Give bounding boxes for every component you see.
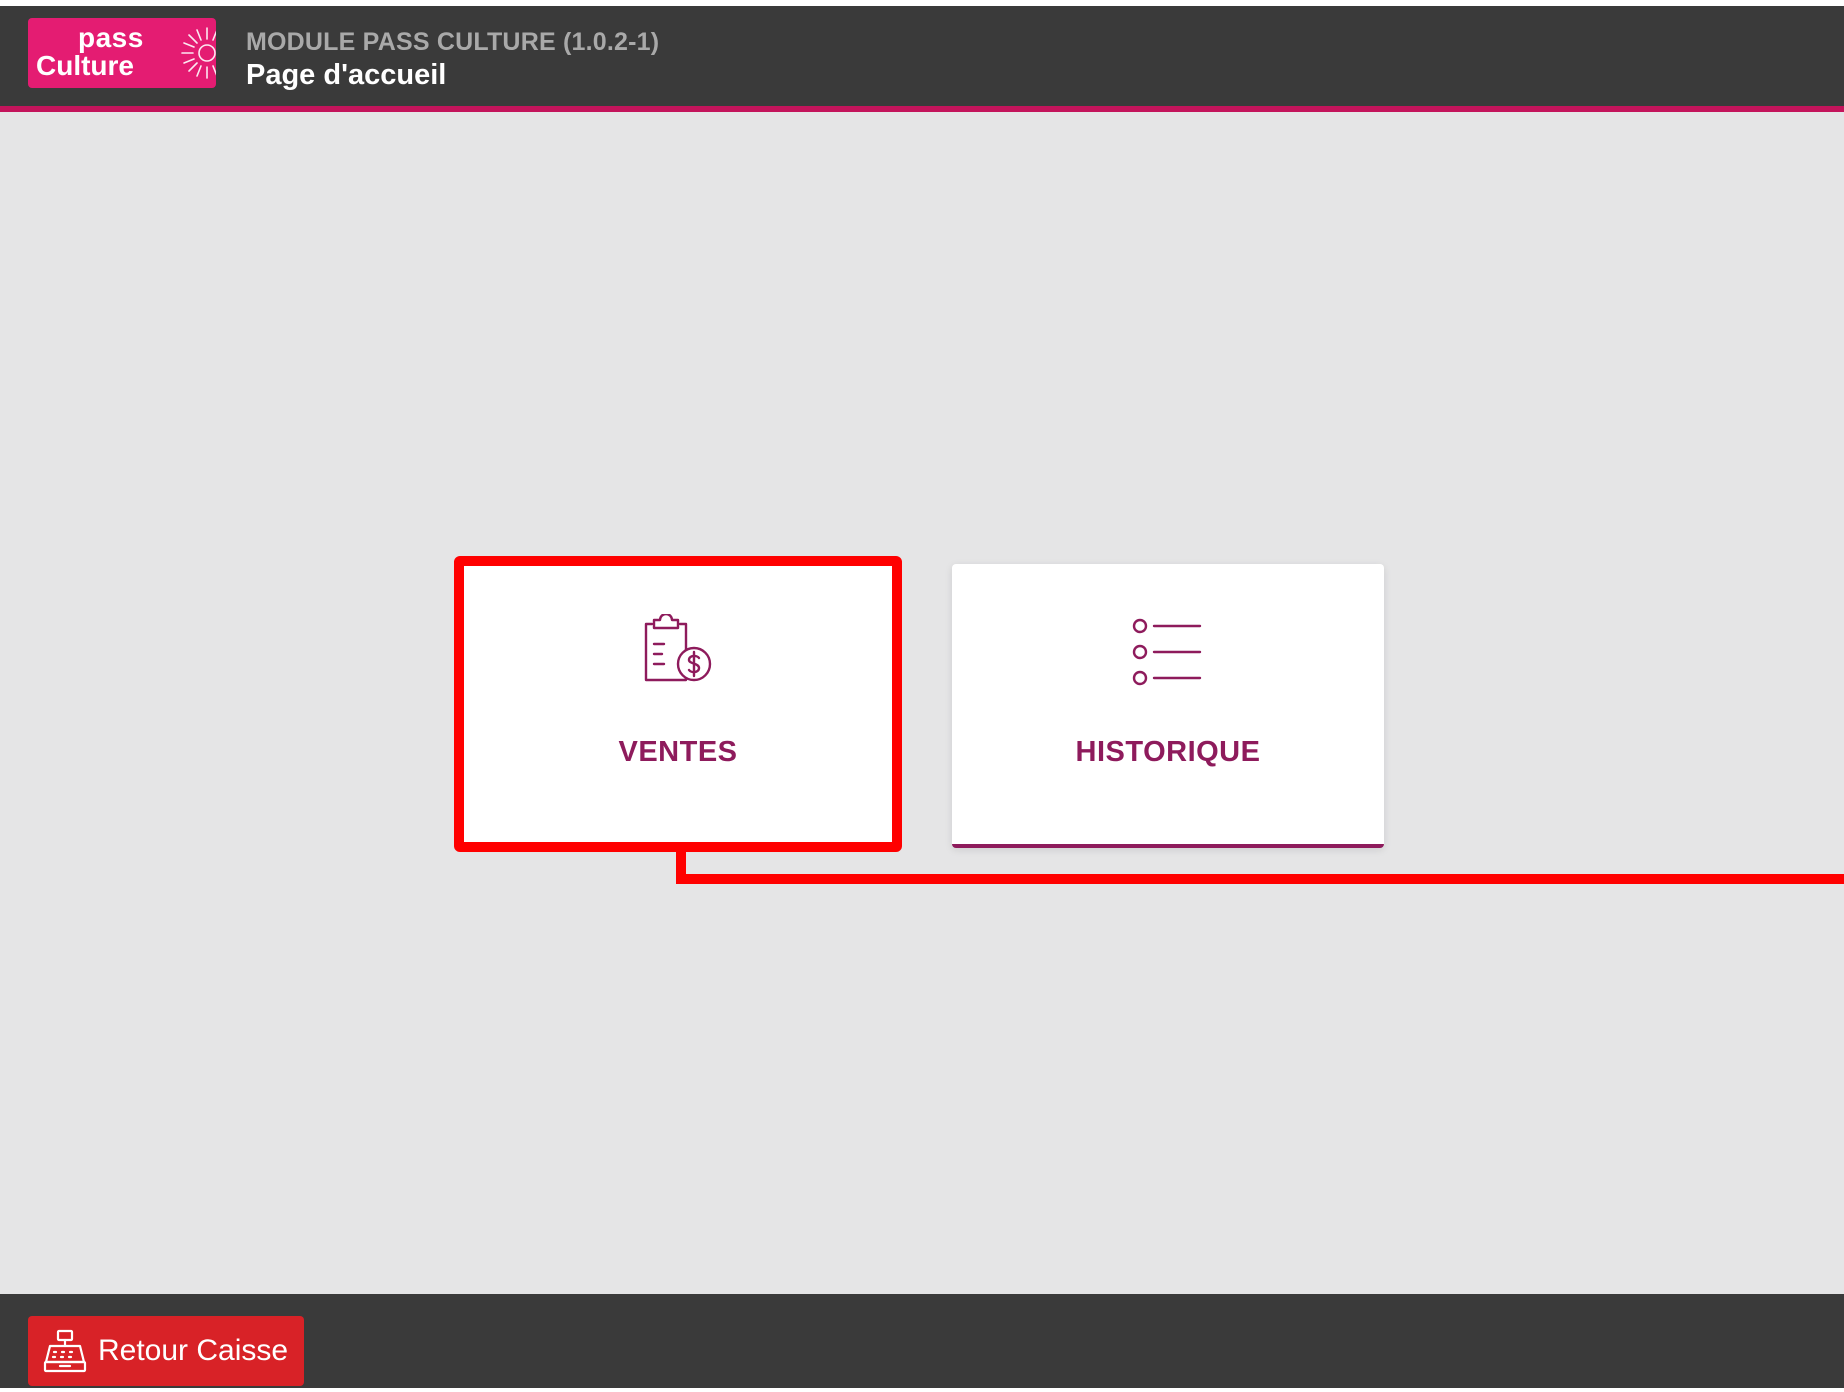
app-screen: pass Culture MODULE PASS CULTURE (1.0.2-… <box>0 6 1844 1388</box>
module-version-label: MODULE PASS CULTURE (1.0.2-1) <box>246 28 660 56</box>
historique-tile[interactable]: HISTORIQUE <box>952 564 1384 848</box>
ventes-tile[interactable]: VENTES <box>462 564 894 844</box>
clipboard-dollar-icon <box>644 614 712 682</box>
historique-label: HISTORIQUE <box>1075 736 1261 768</box>
pass-culture-logo: pass Culture <box>28 18 216 88</box>
list-icon <box>1132 618 1202 686</box>
bottom-bar: Retour Caisse <box>0 1294 1844 1388</box>
cash-register-icon <box>43 1329 87 1373</box>
top-header: pass Culture MODULE PASS CULTURE (1.0.2-… <box>0 6 1844 112</box>
retour-caisse-button[interactable]: Retour Caisse <box>28 1316 304 1386</box>
retour-caisse-label: Retour Caisse <box>98 1334 289 1367</box>
logo-text-line2: Culture <box>36 50 134 81</box>
annotation-connector-horizontal <box>676 874 1844 884</box>
page-title: Page d'accueil <box>246 59 447 91</box>
ventes-label: VENTES <box>618 736 738 768</box>
sun-icon <box>181 27 216 79</box>
